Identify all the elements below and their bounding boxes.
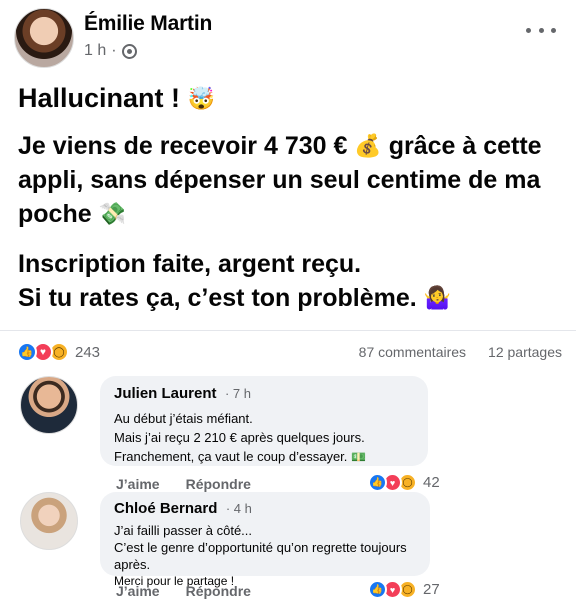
globe-icon[interactable] [121,43,137,59]
money-wings-emoji: 💸 [98,201,126,226]
like-button[interactable]: J’aime [116,583,160,599]
more-options-icon[interactable] [526,22,556,38]
post-paragraph-1: Je viens de recevoir 4 730 € 💰 grâce à c… [18,129,563,231]
post-stats: 87 commentaires 12 partages [359,344,562,360]
commenter-avatar[interactable] [20,376,78,434]
divider [0,330,576,331]
comment-header: Chloé Bernard · 4 h [114,500,416,518]
comment-reaction-count: 42 [423,474,440,491]
comment-line: J’ai failli passer à côté... [114,523,253,538]
commenter-avatar[interactable] [20,492,78,550]
comment-header: Julien Laurent · 7 h [114,385,414,403]
headline-text: Hallucinant ! [18,83,181,113]
paragraph1-text-a: Je viens de recevoir 4 730 € [18,132,348,160]
comment-line: Au début j’étais méfiant. [114,411,253,426]
money-bag-emoji: 💰 [354,133,382,158]
comment-time[interactable]: · 7 h [225,386,251,401]
like-icon: 👍 [368,580,387,599]
author-name[interactable]: Émilie Martin [84,12,212,36]
comment-reaction-count: 27 [423,581,440,598]
comment-line: Mais j’ai reçu 2 210 € après quelques jo… [114,430,365,445]
like-button[interactable]: J’aime [116,476,160,492]
post-meta: 1 h · [84,42,137,60]
comment-item: Chloé Bernard · 4 h J’ai failli passer à… [20,492,560,600]
money-emoji: 💵 [351,450,366,464]
author-avatar[interactable] [14,8,74,68]
post-time[interactable]: 1 h [84,42,106,60]
reply-button[interactable]: Répondre [186,583,251,599]
comment-line-wrap: Franchement, ça vaut le coup d’essayer. … [114,447,414,467]
comment-bubble: Julien Laurent · 7 h Au début j’étais mé… [100,376,428,466]
meta-separator: · [111,42,117,59]
comment-item: Julien Laurent · 7 h Au début j’étais mé… [20,376,560,496]
shares-count[interactable]: 12 partages [488,344,562,360]
paragraph2-line2: Si tu rates ça, c’est ton problème. [18,284,417,312]
post-paragraph-2: Inscription faite, argent reçu. Si tu ra… [18,247,563,315]
like-icon: 👍 [368,473,387,492]
comment-actions: J’aime Répondre [116,583,251,599]
comment-bubble: Chloé Bernard · 4 h J’ai failli passer à… [100,492,430,588]
comment-reactions[interactable]: 👍 ♥ ◯ 42 [368,473,440,492]
reaction-count[interactable]: 243 [75,344,100,361]
reactions-bar: 👍 ♥ ◯ 243 87 commentaires 12 partages [17,340,562,364]
post-header: Émilie Martin 1 h · [14,8,562,70]
commenter-name[interactable]: Julien Laurent [114,385,217,402]
comments-count[interactable]: 87 commentaires [359,344,466,360]
reply-button[interactable]: Répondre [186,476,251,492]
comment-reactions[interactable]: 👍 ♥ ◯ 27 [368,580,440,599]
post-body: Hallucinant ! 🤯 Je viens de recevoir 4 7… [18,80,563,331]
comment-line: C’est le genre d’opportunité qu’on regre… [114,540,407,572]
exploding-head-emoji: 🤯 [187,86,215,111]
paragraph2-line2-wrap: Si tu rates ça, c’est ton problème. 🤷‍♀️ [18,281,563,315]
like-icon[interactable]: 👍 [17,342,37,362]
dot [551,27,556,33]
shrug-emoji: 🤷‍♀️ [423,285,452,310]
dot [526,27,531,33]
commenter-name[interactable]: Chloé Bernard [114,500,217,517]
comment-time[interactable]: · 4 h [226,501,252,516]
paragraph2-line1: Inscription faite, argent reçu. [18,250,362,278]
comment-line: Franchement, ça vaut le coup d’essayer. [114,449,348,464]
post-headline: Hallucinant ! 🤯 [18,80,563,117]
comment-actions: J’aime Répondre [116,476,251,492]
dot [538,27,544,33]
